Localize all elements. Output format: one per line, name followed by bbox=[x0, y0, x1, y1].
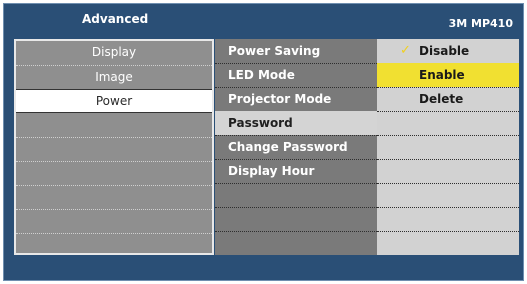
tab-power[interactable]: Power bbox=[16, 89, 212, 113]
menu-item-label: Projector Mode bbox=[228, 92, 332, 106]
projector-model: 3M MP410 bbox=[448, 17, 513, 30]
tab-label: Image bbox=[95, 70, 133, 84]
divider bbox=[377, 183, 519, 184]
divider bbox=[215, 231, 377, 232]
divider bbox=[377, 111, 519, 112]
divider bbox=[16, 233, 212, 234]
menu-item-led-mode[interactable]: LED Mode bbox=[215, 63, 377, 87]
option-delete[interactable]: Delete bbox=[377, 87, 519, 111]
divider bbox=[377, 207, 519, 208]
divider bbox=[16, 137, 212, 138]
menu-item-password[interactable]: Password bbox=[215, 111, 377, 135]
divider bbox=[16, 209, 212, 210]
menu-item-power-saving[interactable]: Power Saving bbox=[215, 39, 377, 63]
divider bbox=[377, 159, 519, 160]
divider bbox=[215, 207, 377, 208]
menu-item-label: Power Saving bbox=[228, 44, 321, 58]
option-enable[interactable]: Enable bbox=[377, 63, 519, 87]
menu-item-label: Change Password bbox=[228, 140, 348, 154]
divider bbox=[215, 183, 377, 184]
menu-item-label: Display Hour bbox=[228, 164, 315, 178]
option-label: Delete bbox=[419, 92, 464, 106]
tab-label: Power bbox=[95, 94, 133, 108]
settings-panel: Power Saving LED Mode Projector Mode Pas… bbox=[215, 39, 377, 255]
options-panel: ✓ Disable Enable Delete bbox=[377, 39, 519, 255]
divider bbox=[16, 161, 212, 162]
option-disable[interactable]: ✓ Disable bbox=[377, 39, 519, 63]
divider bbox=[16, 185, 212, 186]
category-panel: Display Image Power bbox=[14, 39, 214, 255]
osd-menu-window: Advanced 3M MP410 Display Image Power Po… bbox=[3, 3, 524, 281]
tab-display[interactable]: Display bbox=[16, 41, 212, 65]
divider bbox=[377, 135, 519, 136]
menu-item-label: LED Mode bbox=[228, 68, 295, 82]
menu-item-display-hour[interactable]: Display Hour bbox=[215, 159, 377, 183]
option-label: Disable bbox=[419, 44, 470, 58]
option-label: Enable bbox=[419, 68, 465, 82]
menu-item-label: Password bbox=[228, 116, 293, 130]
tab-image[interactable]: Image bbox=[16, 66, 212, 90]
menu-item-projector-mode[interactable]: Projector Mode bbox=[215, 87, 377, 111]
check-icon: ✓ bbox=[400, 43, 411, 58]
menu-item-change-password[interactable]: Change Password bbox=[215, 135, 377, 159]
tab-label: Display bbox=[91, 45, 137, 59]
menu-title: Advanced bbox=[82, 12, 149, 26]
divider bbox=[377, 231, 519, 232]
